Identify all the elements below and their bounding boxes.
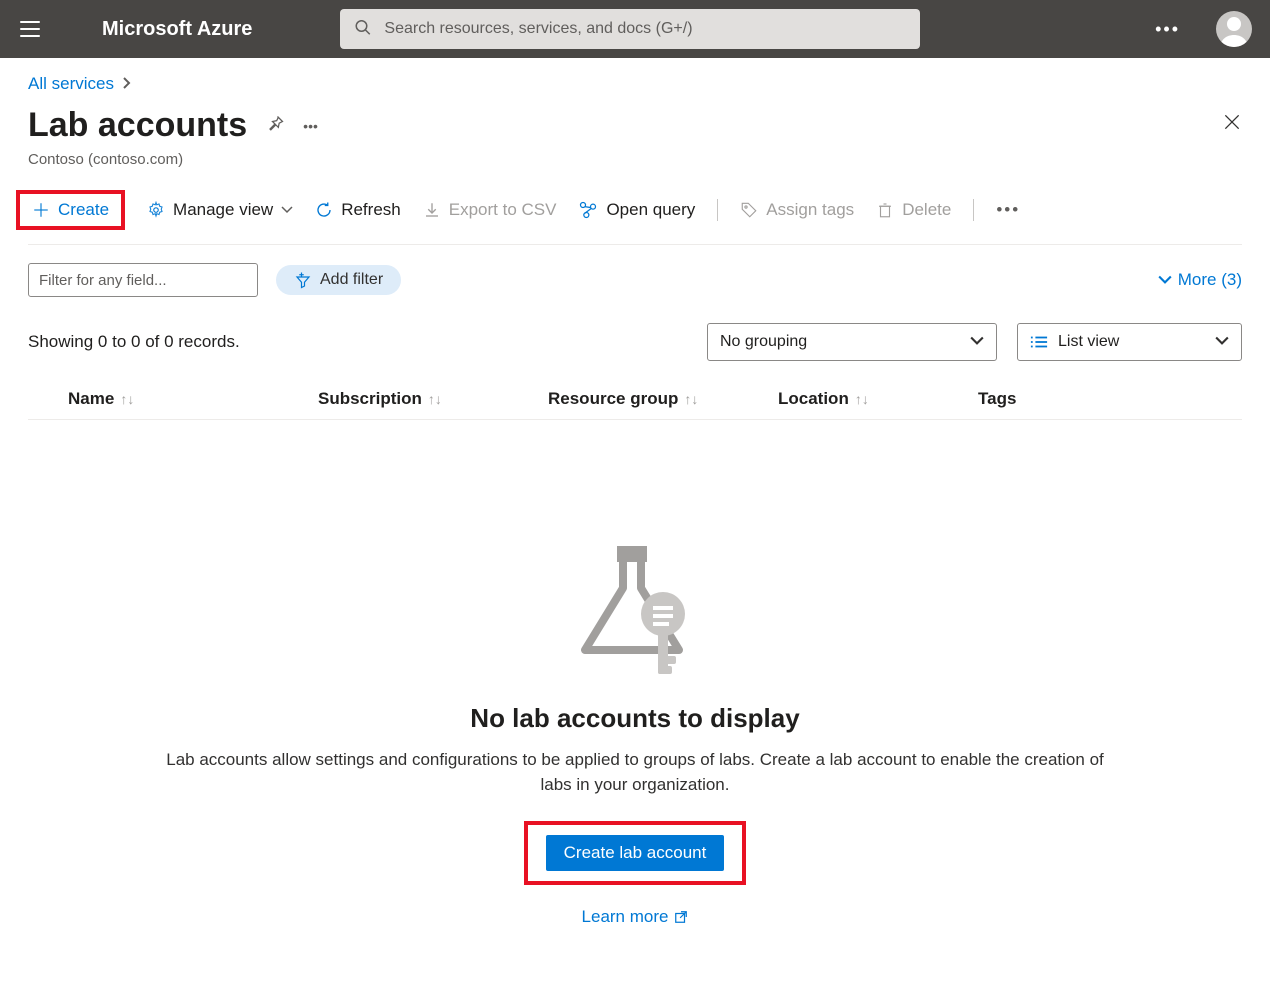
sort-icon: ↑↓ — [120, 391, 134, 407]
search-icon — [354, 19, 372, 40]
lab-key-icon — [565, 540, 705, 680]
pin-icon[interactable] — [265, 114, 285, 137]
empty-state: No lab accounts to display Lab accounts … — [28, 540, 1242, 927]
empty-description: Lab accounts allow settings and configur… — [155, 748, 1115, 797]
list-icon — [1030, 335, 1048, 349]
col-subscription-label: Subscription — [318, 389, 422, 409]
refresh-icon — [315, 201, 333, 219]
open-query-label: Open query — [606, 200, 695, 220]
filter-icon — [294, 271, 312, 289]
info-row: Showing 0 to 0 of 0 records. No grouping… — [28, 323, 1242, 361]
tag-icon — [740, 201, 758, 219]
refresh-button[interactable]: Refresh — [315, 200, 401, 220]
create-lab-account-button[interactable]: Create lab account — [546, 835, 725, 871]
search-input[interactable] — [340, 9, 920, 49]
close-icon[interactable] — [1222, 112, 1242, 135]
learn-more-label: Learn more — [582, 907, 669, 927]
filter-input[interactable] — [28, 263, 258, 297]
gear-icon — [147, 201, 165, 219]
grouping-select[interactable]: No grouping — [707, 323, 997, 361]
hamburger-icon[interactable] — [18, 17, 42, 41]
col-location[interactable]: Location ↑↓ — [778, 389, 978, 409]
add-filter-button[interactable]: Add filter — [276, 265, 401, 295]
manage-view-label: Manage view — [173, 200, 273, 220]
export-csv-button: Export to CSV — [423, 200, 557, 220]
chevron-down-icon — [281, 204, 293, 216]
learn-more-link[interactable]: Learn more — [582, 907, 689, 927]
grouping-value: No grouping — [720, 333, 807, 351]
top-header: Microsoft Azure ••• — [0, 0, 1270, 58]
chevron-down-icon — [1158, 275, 1172, 285]
assign-tags-button: Assign tags — [740, 200, 854, 220]
download-icon — [423, 201, 441, 219]
brand-label: Microsoft Azure — [102, 18, 252, 41]
chevron-down-icon — [970, 333, 984, 351]
breadcrumb-root[interactable]: All services — [28, 74, 114, 94]
col-tags-label: Tags — [978, 389, 1016, 409]
page-body: All services Lab accounts ••• Contoso (c… — [0, 58, 1270, 967]
sort-icon: ↑↓ — [428, 391, 442, 407]
sort-icon: ↑↓ — [684, 391, 698, 407]
col-name-label: Name — [68, 389, 114, 409]
view-select[interactable]: List view — [1017, 323, 1242, 361]
table-header: Name ↑↓ Subscription ↑↓ Resource group ↑… — [28, 379, 1242, 420]
view-value: List view — [1058, 333, 1119, 351]
col-location-label: Location — [778, 389, 849, 409]
col-tags[interactable]: Tags — [978, 389, 1118, 409]
open-query-button[interactable]: Open query — [578, 200, 695, 220]
manage-view-button[interactable]: Manage view — [147, 200, 293, 220]
avatar[interactable] — [1216, 11, 1252, 47]
col-rg-label: Resource group — [548, 389, 678, 409]
breadcrumb: All services — [28, 74, 1242, 94]
more-filters-link[interactable]: More (3) — [1158, 270, 1242, 290]
add-filter-label: Add filter — [320, 271, 383, 289]
records-count: Showing 0 to 0 of 0 records. — [28, 332, 687, 352]
delete-label: Delete — [902, 200, 951, 220]
toolbar-separator — [717, 199, 718, 221]
col-resource-group[interactable]: Resource group ↑↓ — [548, 389, 778, 409]
toolbar-more-icon[interactable]: ••• — [996, 200, 1020, 220]
delete-button: Delete — [876, 200, 951, 220]
global-search — [340, 9, 920, 49]
chevron-right-icon — [122, 76, 132, 92]
external-link-icon — [674, 910, 688, 924]
title-row: Lab accounts ••• — [28, 106, 1242, 145]
filter-row: Add filter More (3) — [28, 263, 1242, 297]
header-more-icon[interactable]: ••• — [1155, 19, 1180, 40]
page-subtitle: Contoso (contoso.com) — [28, 151, 1242, 168]
col-name[interactable]: Name ↑↓ — [28, 389, 318, 409]
more-filters-label: More (3) — [1178, 270, 1242, 290]
page-title: Lab accounts — [28, 106, 247, 145]
highlight-primary: Create lab account — [524, 821, 747, 885]
create-button[interactable]: Create — [32, 200, 109, 220]
assign-tags-label: Assign tags — [766, 200, 854, 220]
command-bar: Create Manage view Refresh Export to CSV… — [28, 190, 1242, 245]
title-more-icon[interactable]: ••• — [303, 118, 318, 134]
refresh-label: Refresh — [341, 200, 401, 220]
sort-icon: ↑↓ — [855, 391, 869, 407]
chevron-down-icon — [1215, 333, 1229, 351]
col-subscription[interactable]: Subscription ↑↓ — [318, 389, 548, 409]
toolbar-separator — [973, 199, 974, 221]
export-csv-label: Export to CSV — [449, 200, 557, 220]
empty-title: No lab accounts to display — [28, 703, 1242, 734]
trash-icon — [876, 201, 894, 219]
learn-more: Learn more — [28, 907, 1242, 927]
query-icon — [578, 200, 598, 220]
highlight-create: Create — [16, 190, 125, 230]
create-label: Create — [58, 200, 109, 220]
